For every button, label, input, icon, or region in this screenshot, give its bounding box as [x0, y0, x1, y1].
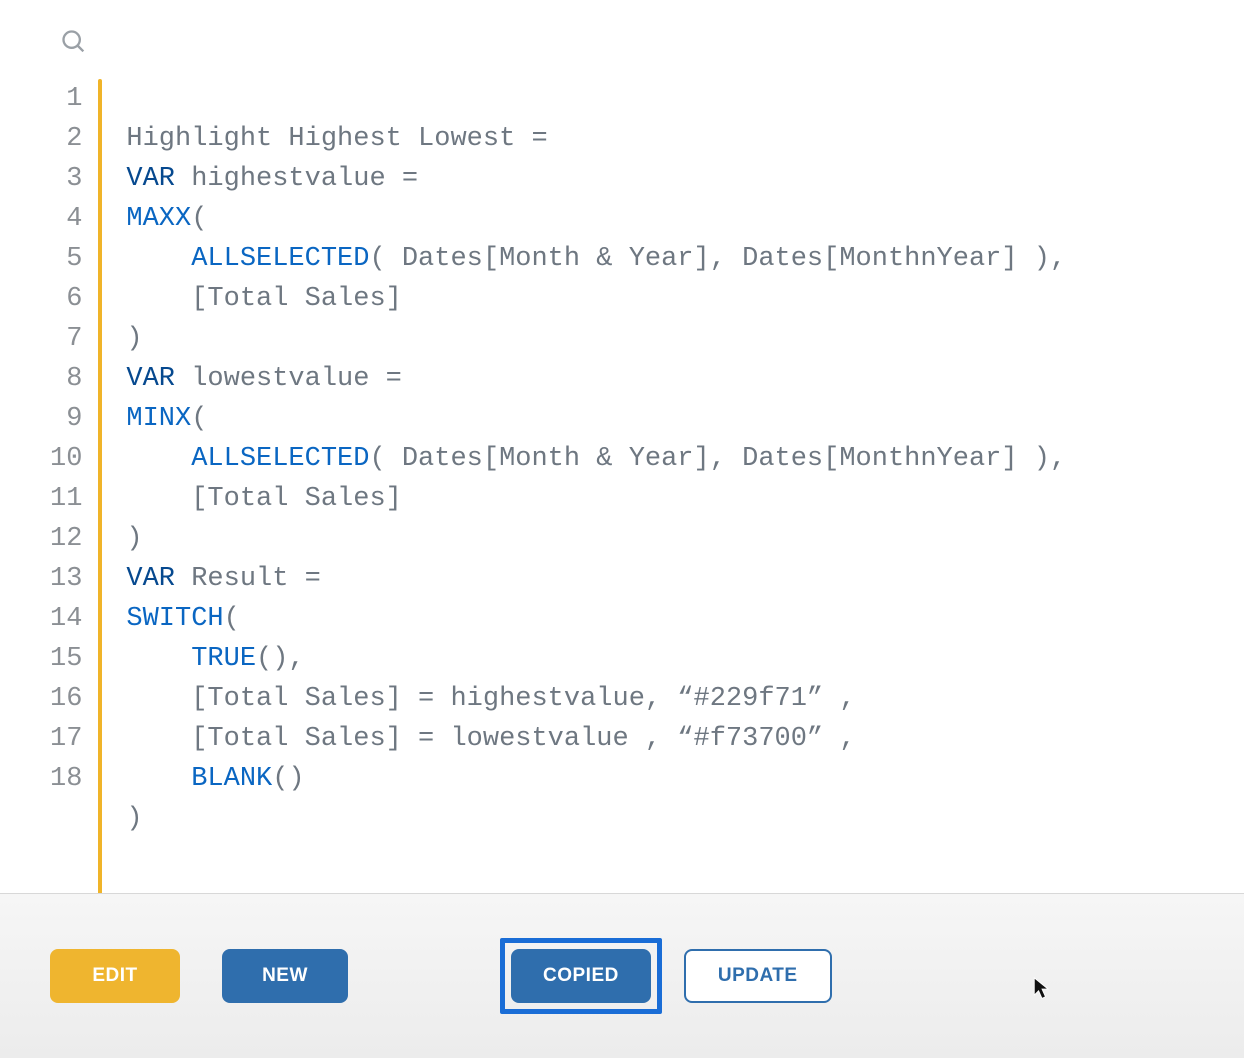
new-button[interactable]: NEW — [222, 949, 348, 1003]
update-button[interactable]: UPDATE — [684, 949, 832, 1003]
mouse-cursor-icon — [1033, 977, 1051, 1001]
search-icon[interactable] — [60, 43, 88, 60]
copied-highlight-frame: COPIED — [500, 938, 662, 1014]
code-editor[interactable]: 1 2 3 4 5 6 7 8 9 10 11 12 13 14 15 16 1… — [0, 61, 1244, 919]
line-number-gutter: 1 2 3 4 5 6 7 8 9 10 11 12 13 14 15 16 1… — [50, 79, 98, 919]
bottom-toolbar: EDIT NEW COPIED UPDATE — [0, 893, 1244, 1058]
edit-button[interactable]: EDIT — [50, 949, 180, 1003]
copied-button[interactable]: COPIED — [511, 949, 651, 1003]
code-content[interactable]: Highlight Highest Lowest =VAR highestval… — [102, 79, 1066, 919]
